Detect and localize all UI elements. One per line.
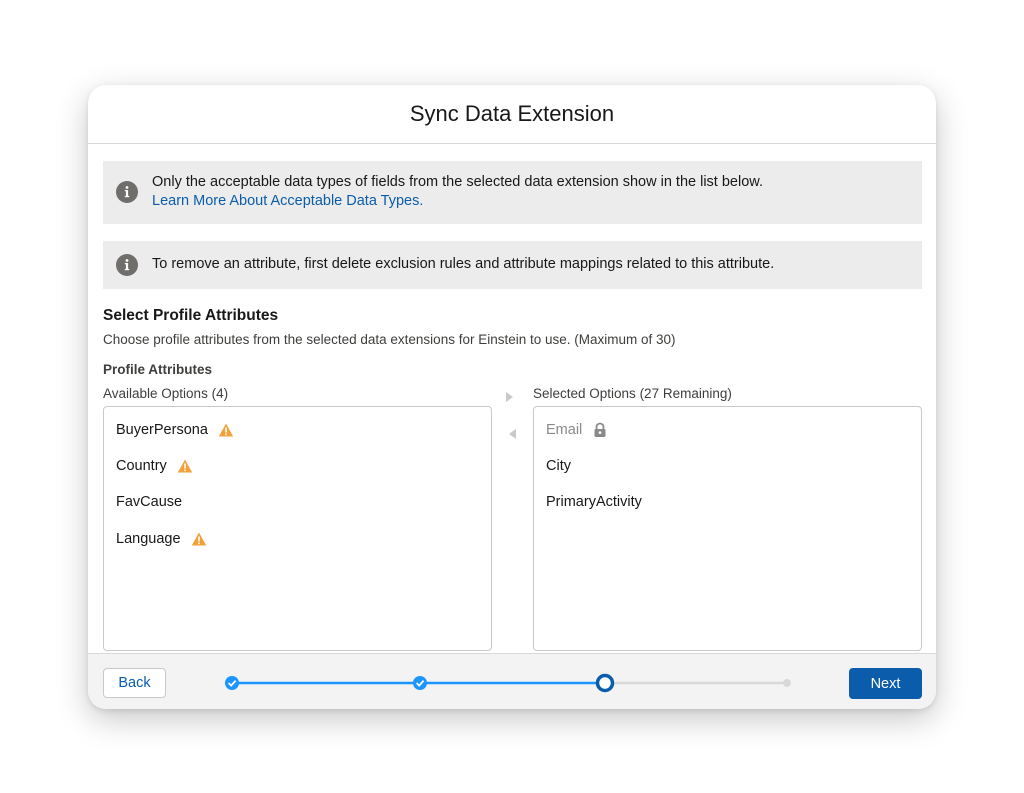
warning-icon bbox=[177, 459, 192, 473]
option-label: Language bbox=[116, 531, 181, 547]
option-primaryactivity[interactable]: PrimaryActivity bbox=[546, 491, 642, 513]
warning-icon bbox=[218, 423, 234, 437]
option-label: Email bbox=[546, 422, 583, 438]
available-options-label: Available Options (4) bbox=[103, 386, 229, 401]
alert-message: To remove an attribute, first delete exc… bbox=[152, 256, 775, 272]
modal-footer: Back Next bbox=[88, 653, 936, 709]
modal-title: Sync Data Extension bbox=[409, 101, 615, 126]
step-complete-icon bbox=[413, 676, 427, 690]
info-alert-data-types: Only the acceptable data types of fields… bbox=[103, 161, 922, 224]
info-alert-remove-attribute: To remove an attribute, first delete exc… bbox=[103, 241, 922, 289]
warning-icon bbox=[191, 532, 206, 546]
move-right-icon[interactable] bbox=[502, 390, 516, 404]
info-icon bbox=[116, 254, 138, 276]
option-label: PrimaryActivity bbox=[546, 494, 642, 510]
step-incomplete-icon bbox=[783, 679, 791, 687]
next-button[interactable]: Next bbox=[849, 668, 922, 699]
progress-indicator bbox=[225, 673, 791, 693]
option-city[interactable]: City bbox=[546, 455, 571, 477]
modal-header: Sync Data Extension bbox=[88, 85, 936, 144]
move-left-icon[interactable] bbox=[506, 427, 520, 441]
info-icon bbox=[116, 181, 138, 203]
option-favcause[interactable]: FavCause bbox=[116, 491, 182, 513]
option-label: FavCause bbox=[116, 494, 183, 510]
option-label: BuyerPersona bbox=[116, 422, 208, 438]
available-options-listbox[interactable]: BuyerPersona Country FavCause Language bbox=[103, 406, 492, 651]
sync-data-extension-modal: Sync Data Extension Only the acceptable … bbox=[88, 85, 936, 709]
alert-text: Only the acceptable data types of fields… bbox=[152, 173, 763, 211]
lock-icon bbox=[594, 422, 606, 437]
section-description: Choose profile attributes from the selec… bbox=[103, 332, 676, 347]
option-country[interactable]: Country bbox=[116, 455, 193, 477]
option-buyerpersona[interactable]: BuyerPersona bbox=[116, 419, 234, 441]
selected-options-listbox[interactable]: Email City PrimaryActivity bbox=[533, 406, 922, 651]
learn-more-link[interactable]: Learn More About Acceptable Data Types. bbox=[152, 192, 763, 211]
option-label: Country bbox=[116, 458, 167, 474]
option-email: Email bbox=[546, 419, 608, 441]
option-language[interactable]: Language bbox=[116, 528, 207, 550]
profile-attributes-label: Profile Attributes bbox=[103, 362, 213, 377]
step-current-icon bbox=[595, 673, 615, 693]
step-complete-icon bbox=[225, 676, 239, 690]
section-title: Select Profile Attributes bbox=[103, 307, 279, 324]
back-button[interactable]: Back bbox=[103, 668, 166, 698]
alert-message: Only the acceptable data types of fields… bbox=[152, 174, 763, 190]
option-label: City bbox=[546, 458, 571, 474]
selected-options-label: Selected Options (27 Remaining) bbox=[533, 386, 732, 401]
